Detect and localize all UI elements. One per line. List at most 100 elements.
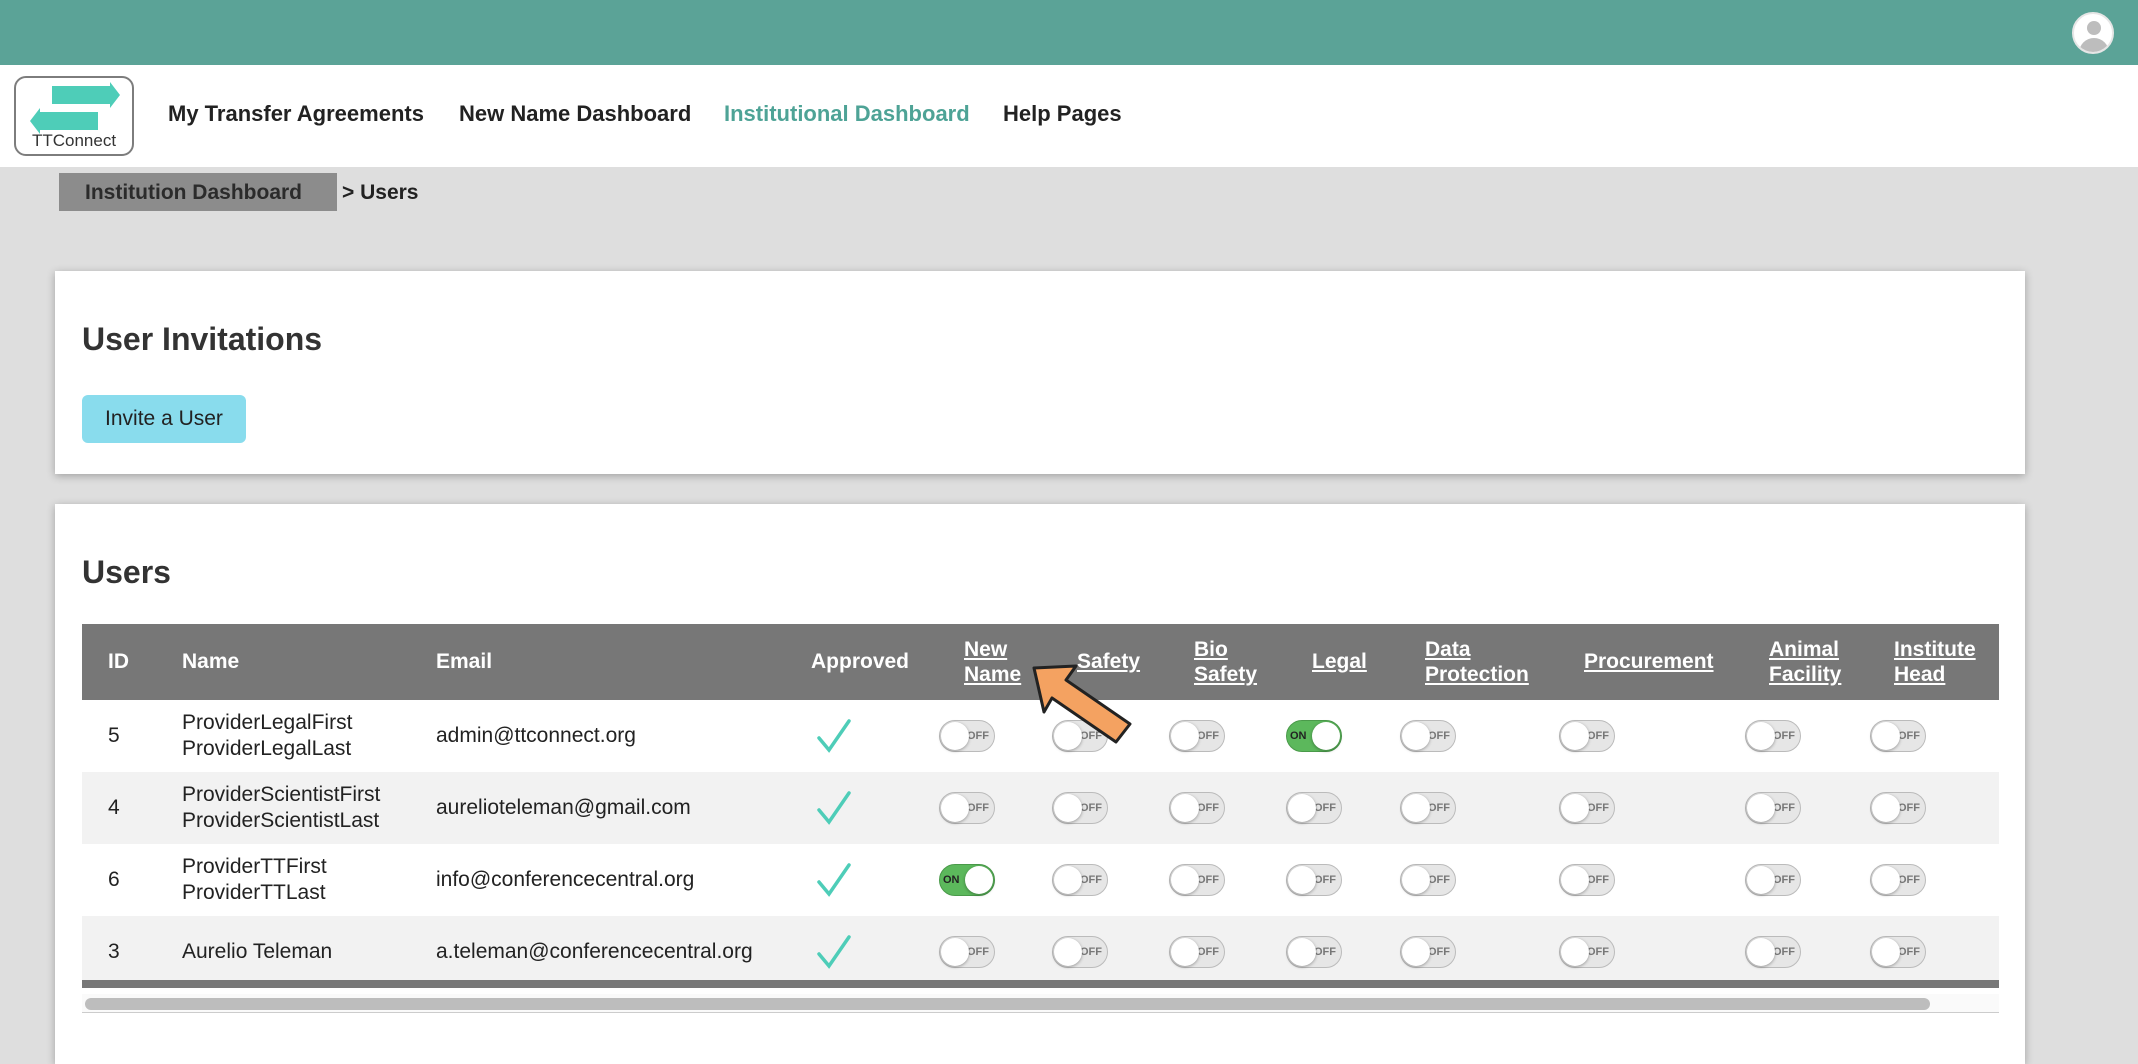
name-line: ProviderTTLast <box>182 881 326 904</box>
toggle-state-label: OFF <box>1898 874 1920 886</box>
col-procurement[interactable]: Procurement <box>1584 649 1714 674</box>
toggle-knob <box>1747 794 1775 822</box>
role-toggle[interactable]: OFF <box>1169 936 1225 968</box>
role-toggle[interactable]: OFF <box>1745 936 1801 968</box>
nav-new-name-dashboard[interactable]: New Name Dashboard <box>459 101 691 127</box>
role-toggle[interactable]: OFF <box>1559 792 1615 824</box>
role-toggle[interactable]: OFF <box>1169 720 1225 752</box>
role-toggle[interactable]: OFF <box>1745 720 1801 752</box>
role-toggle[interactable]: OFF <box>1400 936 1456 968</box>
role-toggle[interactable]: OFF <box>1400 792 1456 824</box>
role-toggle[interactable]: OFF <box>1870 720 1926 752</box>
checkmark-icon <box>817 791 851 825</box>
toggle-state-label: OFF <box>1898 946 1920 958</box>
col-legal[interactable]: Legal <box>1312 649 1367 674</box>
role-toggle[interactable]: OFF <box>1745 792 1801 824</box>
toggle-knob <box>1402 794 1430 822</box>
toggle-knob <box>1872 938 1900 966</box>
role-toggle[interactable]: OFF <box>1559 720 1615 752</box>
toggle-knob <box>1561 866 1589 894</box>
toggle-knob <box>941 722 969 750</box>
toggle-knob <box>1288 938 1316 966</box>
role-toggle[interactable]: OFF <box>1286 936 1342 968</box>
toggle-knob <box>1747 938 1775 966</box>
toggle-knob <box>1747 866 1775 894</box>
role-toggle[interactable]: OFF <box>1286 792 1342 824</box>
checkmark-icon <box>817 719 851 753</box>
role-toggle[interactable]: OFF <box>1052 792 1108 824</box>
role-toggle[interactable]: OFF <box>1559 936 1615 968</box>
role-toggle[interactable]: OFF <box>1870 864 1926 896</box>
cell-name: ProviderTTFirst ProviderTTLast <box>182 854 327 906</box>
cell-email: info@conferencecentral.org <box>436 868 695 891</box>
toggle-knob <box>965 866 993 894</box>
col-animal-facility[interactable]: Animal Facility <box>1769 637 1859 687</box>
cell-id: 6 <box>108 868 120 891</box>
table-row: 6 ProviderTTFirst ProviderTTLast info@confe… <box>82 844 1999 916</box>
col-data-protection[interactable]: Data Protection <box>1425 637 1545 687</box>
toggle-knob <box>1747 722 1775 750</box>
role-toggle[interactable]: OFF <box>1870 936 1926 968</box>
table-bottom-border <box>82 980 1999 988</box>
role-toggle[interactable]: OFF <box>1400 864 1456 896</box>
role-toggle[interactable]: OFF <box>1169 792 1225 824</box>
cell-email: a.teleman@conferencecentral.org <box>436 940 753 963</box>
cell-email: aurelioteleman@gmail.com <box>436 796 691 819</box>
breadcrumb-current: > Users <box>342 181 419 204</box>
toggle-state-label: OFF <box>1587 730 1609 742</box>
toggle-state-label: OFF <box>1197 946 1219 958</box>
toggle-knob <box>1872 722 1900 750</box>
role-toggle[interactable]: OFF <box>1400 720 1456 752</box>
name-line: Aurelio Teleman <box>182 940 333 963</box>
toggle-state-label: ON <box>1290 730 1307 742</box>
role-toggle[interactable]: OFF <box>1052 936 1108 968</box>
role-toggle[interactable]: OFF <box>1559 864 1615 896</box>
toggle-state-label: OFF <box>1773 802 1795 814</box>
col-institute-head[interactable]: Institute Head <box>1894 637 1994 687</box>
toggle-knob <box>1054 938 1082 966</box>
role-toggle[interactable]: ON <box>939 864 995 896</box>
name-line: ProviderScientistLast <box>182 809 380 832</box>
role-toggle[interactable]: OFF <box>939 720 995 752</box>
breadcrumb-root[interactable]: Institution Dashboard <box>59 173 337 211</box>
toggle-knob <box>1171 794 1199 822</box>
col-id: ID <box>108 650 129 673</box>
toggle-state-label: OFF <box>1773 730 1795 742</box>
role-toggle[interactable]: OFF <box>1169 864 1225 896</box>
name-line: ProviderLegalLast <box>182 737 352 760</box>
toggle-state-label: OFF <box>1898 802 1920 814</box>
logo[interactable]: TTConnect <box>14 76 134 156</box>
horizontal-scrollbar[interactable] <box>82 994 1999 1013</box>
cell-email: admin@ttconnect.org <box>436 724 636 747</box>
col-bio-safety[interactable]: Bio Safety <box>1194 637 1274 687</box>
toggle-state-label: OFF <box>1314 946 1336 958</box>
nav-my-transfer-agreements[interactable]: My Transfer Agreements <box>168 101 424 127</box>
scrollbar-thumb[interactable] <box>85 998 1930 1010</box>
toggle-knob <box>1054 866 1082 894</box>
nav-institutional-dashboard[interactable]: Institutional Dashboard <box>724 101 970 127</box>
toggle-state-label: OFF <box>1587 874 1609 886</box>
role-toggle[interactable]: OFF <box>1870 792 1926 824</box>
role-toggle[interactable]: ON <box>1286 720 1342 752</box>
role-toggle[interactable]: OFF <box>1052 864 1108 896</box>
cell-name: ProviderLegalFirst ProviderLegalLast <box>182 710 352 762</box>
toggle-state-label: OFF <box>967 730 989 742</box>
role-toggle[interactable]: OFF <box>939 936 995 968</box>
toggle-knob <box>1171 722 1199 750</box>
toggle-state-label: OFF <box>1773 946 1795 958</box>
toggle-state-label: OFF <box>1773 874 1795 886</box>
toggle-state-label: OFF <box>1197 874 1219 886</box>
user-invitations-card: User Invitations Invite a User <box>55 271 2025 474</box>
toggle-state-label: OFF <box>1080 874 1102 886</box>
nav-help-pages[interactable]: Help Pages <box>1003 101 1122 127</box>
role-toggle[interactable]: OFF <box>1286 864 1342 896</box>
nav-bar: TTConnect My Transfer Agreements New Nam… <box>0 65 2138 167</box>
toggle-state-label: OFF <box>1428 946 1450 958</box>
toggle-knob <box>1402 722 1430 750</box>
role-toggle[interactable]: OFF <box>1745 864 1801 896</box>
toggle-knob <box>1288 794 1316 822</box>
user-avatar-icon[interactable] <box>2072 12 2114 54</box>
invite-user-button[interactable]: Invite a User <box>82 395 246 443</box>
role-toggle[interactable]: OFF <box>939 792 995 824</box>
col-approved: Approved <box>811 650 910 673</box>
